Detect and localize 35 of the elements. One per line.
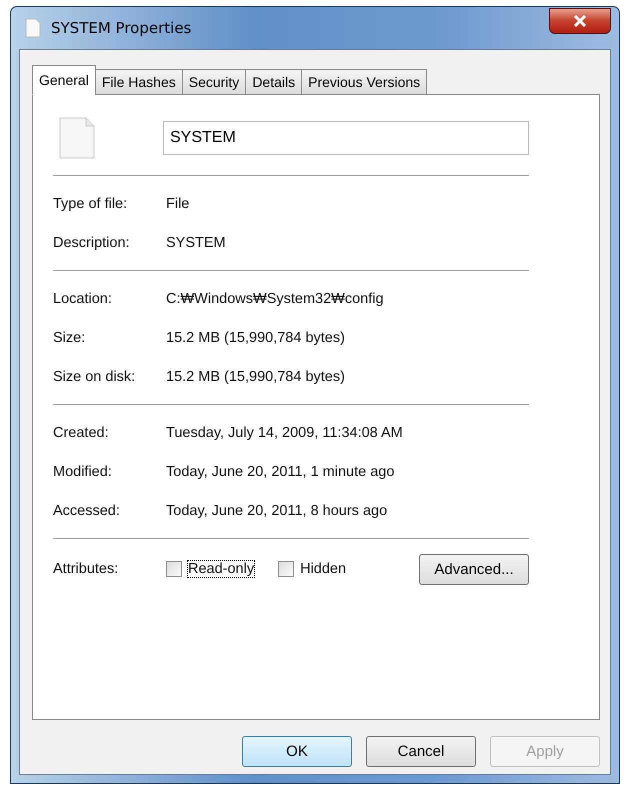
- field-label: Created:: [53, 424, 110, 440]
- close-icon: [573, 15, 587, 27]
- field-value: 15.2 MB (15,990,784 bytes): [166, 330, 345, 346]
- close-button[interactable]: [549, 8, 611, 34]
- tab[interactable]: Previous Versions: [301, 69, 428, 95]
- field-value: C:₩Windows₩System32₩config: [166, 290, 384, 306]
- file-icon: [59, 117, 95, 159]
- window-title: SYSTEM Properties: [51, 19, 192, 37]
- field-label: Modified:: [53, 464, 113, 480]
- dialog-button[interactable]: Cancel: [366, 736, 476, 767]
- tab[interactable]: Details: [245, 69, 302, 95]
- field-value: SYSTEM: [166, 234, 226, 250]
- checkbox-label[interactable]: Hidden: [300, 561, 346, 577]
- checkbox[interactable]: [278, 561, 294, 577]
- field-label: Size on disk:: [53, 368, 136, 384]
- tab[interactable]: Security: [182, 69, 246, 95]
- advanced-button[interactable]: Advanced...: [419, 554, 529, 584]
- field-label: Attributes:: [53, 561, 120, 577]
- field-label: Type of file:: [53, 196, 128, 212]
- field-label: Accessed:: [53, 502, 121, 518]
- file-icon: [25, 18, 41, 38]
- field-value: 15.2 MB (15,990,784 bytes): [166, 368, 345, 384]
- field-value: Tuesday, July 14, 2009, 11:34:08 AM: [166, 424, 403, 440]
- checkbox[interactable]: [166, 561, 182, 577]
- field-label: Size:: [53, 330, 86, 346]
- field-label: Description:: [53, 234, 131, 250]
- checkbox-label[interactable]: Read-only: [188, 561, 254, 577]
- name-field[interactable]: SYSTEM: [163, 121, 529, 155]
- field-value: Today, June 20, 2011, 8 hours ago: [166, 502, 388, 518]
- tab[interactable]: File Hashes: [94, 69, 183, 95]
- field-label: Location:: [53, 290, 113, 306]
- field-value: Today, June 20, 2011, 1 minute ago: [166, 464, 394, 480]
- tab[interactable]: General: [32, 65, 96, 95]
- dialog-button[interactable]: OK: [242, 736, 352, 767]
- field-value: File: [166, 196, 190, 212]
